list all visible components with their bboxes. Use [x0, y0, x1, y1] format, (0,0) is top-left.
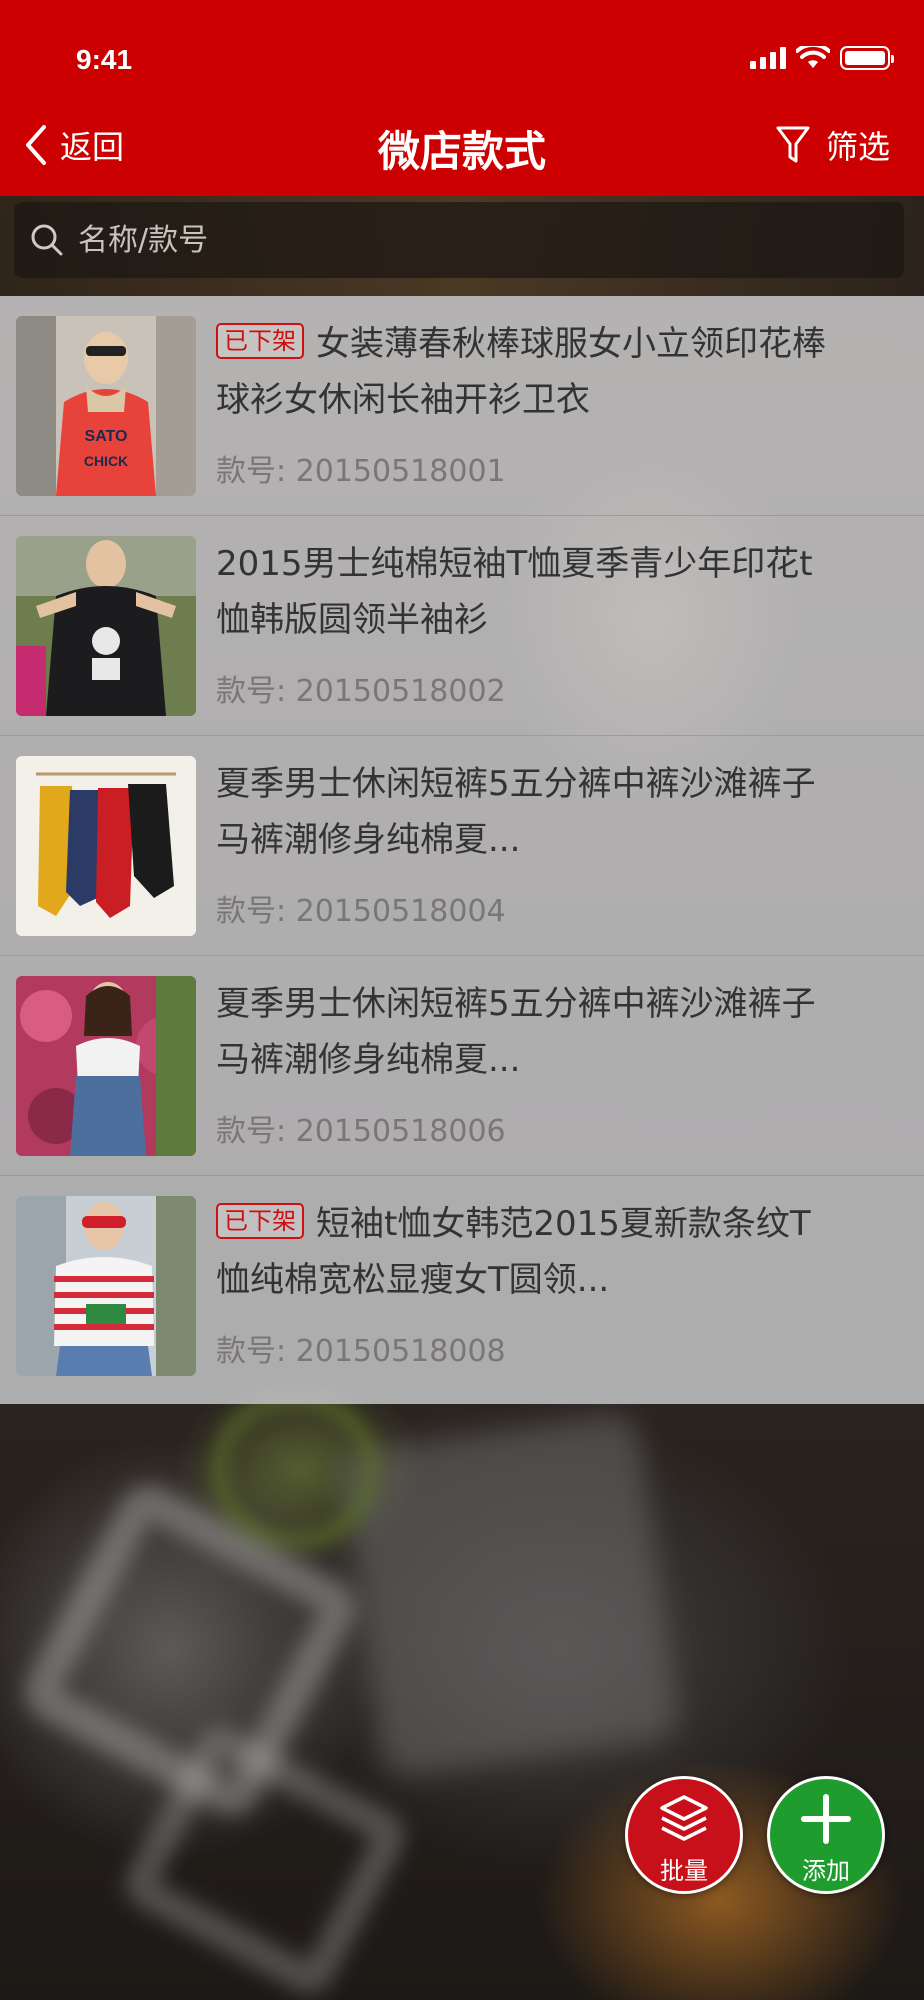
batch-label: 批量 [660, 1857, 708, 1885]
filter-button[interactable]: 筛选 [776, 122, 890, 168]
search-icon [31, 224, 63, 256]
status-time: 9:41 [76, 44, 133, 75]
product-code-label: 款号: [216, 1334, 287, 1369]
product-code-value: 20150518001 [295, 454, 506, 489]
add-label: 添加 [802, 1857, 850, 1885]
product-title-text: 夏季男士休闲短裤5五分裤中裤沙滩裤子马裤潮修身纯棉夏... [216, 984, 816, 1080]
list-item[interactable]: 夏季男士休闲短裤5五分裤中裤沙滩裤子马裤潮修身纯棉夏... 款号: 201505… [0, 956, 924, 1176]
product-title: 已下架 女装薄春秋棒球服女小立领印花棒球衫女休闲长袖开衫卫衣 [216, 316, 836, 428]
add-button[interactable]: 添加 [767, 1776, 885, 1894]
status-badge: 已下架 [216, 1203, 304, 1239]
list-item[interactable]: 2015男士纯棉短袖T恤夏季青少年印花t恤韩版圆领半袖衫 款号: 2015051… [0, 516, 924, 736]
battery-icon [840, 46, 894, 70]
status-badge: 已下架 [216, 323, 304, 359]
app-header: 9:41 返回 微店款式 筛选 [0, 0, 924, 196]
product-title-text: 夏季男士休闲短裤5五分裤中裤沙滩裤子马裤潮修身纯棉夏... [216, 764, 816, 860]
product-code-label: 款号: [216, 454, 287, 489]
search-box[interactable] [14, 202, 904, 278]
product-title-text: 女装薄春秋棒球服女小立领印花棒球衫女休闲长袖开衫卫衣 [216, 324, 826, 420]
product-code-value: 20150518004 [295, 894, 506, 929]
product-code: 款号: 20150518008 [216, 1326, 506, 1370]
list-item[interactable]: 已下架 短袖t恤女韩范2015夏新款条纹T恤纯棉宽松显瘦女T圆领... 款号: 2… [0, 1176, 924, 1396]
product-code-value: 20150518006 [295, 1114, 506, 1149]
plus-icon [801, 1794, 851, 1844]
product-thumbnail [16, 756, 196, 936]
filter-label: 筛选 [825, 128, 890, 166]
wifi-icon [796, 46, 830, 68]
batch-button[interactable]: 批量 [625, 1776, 743, 1894]
status-icons [750, 46, 894, 70]
product-code: 款号: 20150518004 [216, 886, 506, 930]
product-title: 夏季男士休闲短裤5五分裤中裤沙滩裤子马裤潮修身纯棉夏... [216, 756, 836, 868]
filter-icon [776, 126, 810, 163]
product-code-label: 款号: [216, 1114, 287, 1149]
layers-icon [660, 1795, 708, 1841]
search-bar [0, 196, 924, 296]
product-thumbnail [16, 976, 196, 1156]
product-code-label: 款号: [216, 894, 287, 929]
product-title: 已下架 短袖t恤女韩范2015夏新款条纹T恤纯棉宽松显瘦女T圆领... [216, 1196, 836, 1308]
product-code: 款号: 20150518002 [216, 666, 506, 710]
product-list: SATO CHICK 已下架 女装薄春秋棒球服女小立领印花棒球衫女休闲长袖开衫卫衣… [0, 296, 924, 1404]
product-code-value: 20150518008 [295, 1334, 506, 1369]
product-thumbnail [16, 536, 196, 716]
product-thumbnail: SATO CHICK [16, 316, 196, 496]
svg-text:CHICK: CHICK [84, 453, 128, 469]
list-item[interactable]: SATO CHICK 已下架 女装薄春秋棒球服女小立领印花棒球衫女休闲长袖开衫卫衣… [0, 296, 924, 516]
product-title-text: 2015男士纯棉短袖T恤夏季青少年印花t恤韩版圆领半袖衫 [216, 544, 813, 640]
product-title: 夏季男士休闲短裤5五分裤中裤沙滩裤子马裤潮修身纯棉夏... [216, 976, 836, 1088]
product-thumbnail [16, 1196, 196, 1376]
list-item[interactable]: 夏季男士休闲短裤5五分裤中裤沙滩裤子马裤潮修身纯棉夏... 款号: 201505… [0, 736, 924, 956]
product-title: 2015男士纯棉短袖T恤夏季青少年印花t恤韩版圆领半袖衫 [216, 536, 836, 648]
product-code: 款号: 20150518006 [216, 1106, 506, 1150]
search-input[interactable] [78, 222, 878, 258]
product-code: 款号: 20150518001 [216, 446, 506, 490]
product-title-text: 短袖t恤女韩范2015夏新款条纹T恤纯棉宽松显瘦女T圆领... [216, 1204, 811, 1300]
signal-icon [750, 47, 786, 69]
svg-text:SATO: SATO [85, 428, 128, 445]
product-code-value: 20150518002 [295, 674, 506, 709]
product-code-label: 款号: [216, 674, 287, 709]
